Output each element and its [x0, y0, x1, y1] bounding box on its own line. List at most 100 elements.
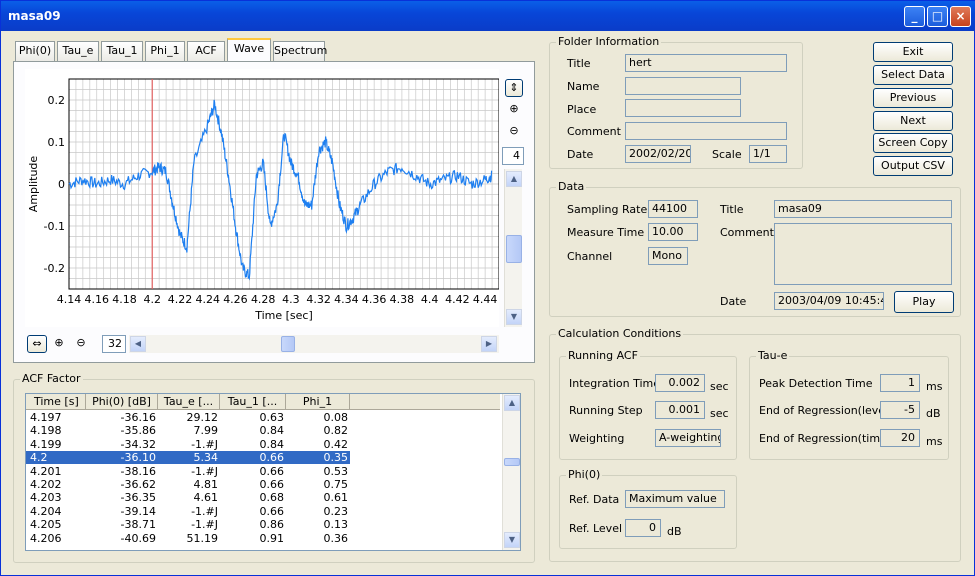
table-cell: 0.82 — [323, 424, 349, 438]
previous-button[interactable]: Previous — [873, 88, 953, 108]
tab-tau-1[interactable]: Tau_1 — [101, 41, 143, 61]
scroll-left-icon[interactable]: ◀ — [130, 336, 146, 352]
tab-wave[interactable]: Wave — [227, 38, 271, 61]
table-cell: -36.10 — [120, 451, 156, 465]
table-scroll-thumb[interactable] — [504, 458, 520, 466]
col-header-time[interactable]: Time [s] — [26, 394, 86, 410]
tab-phi-1[interactable]: Phi_1 — [145, 41, 185, 61]
table-cell: 4.197 — [30, 411, 62, 424]
table-cell: 0.91 — [259, 531, 285, 545]
col-header-blank — [350, 394, 500, 410]
table-cell: 0.36 — [323, 531, 349, 545]
table-row[interactable]: 4.197 -36.16 29.12 0.63 0.08 — [26, 411, 496, 424]
table-cell: -1.#J — [191, 464, 218, 478]
y-tick-label: -0.1 — [44, 220, 65, 233]
weighting-label: Weighting — [569, 432, 625, 445]
table-row[interactable]: 4.204 -39.14 -1.#J 0.66 0.23 — [26, 505, 496, 518]
table-cell: 4.202 — [30, 478, 62, 491]
table-cell: 0.84 — [259, 424, 285, 438]
vertical-scrollbar[interactable]: ▲ ▼ — [504, 169, 522, 327]
scroll-right-icon[interactable]: ▶ — [481, 336, 497, 352]
maximize-button[interactable]: □ — [927, 6, 948, 27]
x-tick-label: 4.18 — [112, 293, 137, 306]
col-header-phi0[interactable]: Phi(0) [dB] — [86, 394, 158, 410]
tau-e-label: Tau-e — [756, 349, 790, 362]
sampling-rate-label: Sampling Rate — [567, 203, 648, 216]
horizontal-zoom-value: 32 — [102, 335, 126, 353]
next-button[interactable]: Next — [873, 111, 953, 131]
integration-time-unit: sec — [710, 380, 729, 393]
channel-label: Channel — [567, 250, 613, 263]
y-axis-label: Amplitude — [27, 156, 40, 213]
table-scroll-down-icon[interactable]: ▼ — [504, 532, 520, 548]
scale-field: 1/1 — [749, 145, 787, 163]
acf-factor-label: ACF Factor — [20, 372, 83, 385]
data-group-label: Data — [556, 180, 587, 193]
minimize-button[interactable]: _ — [904, 6, 925, 27]
table-cell: 4.198 — [30, 424, 62, 438]
horizontal-scrollbar[interactable]: ◀ ▶ — [129, 335, 499, 353]
y-tick-label: 0.2 — [48, 94, 66, 107]
tab-spectrum[interactable]: Spectrum — [273, 41, 327, 61]
scroll-down-icon[interactable]: ▼ — [506, 309, 522, 325]
select-data-button[interactable]: Select Data — [873, 65, 953, 85]
table-row[interactable]: 4.203 -36.35 4.61 0.68 0.61 — [26, 491, 496, 504]
table-cell: 4.81 — [193, 478, 219, 491]
tab-phi0[interactable]: Phi(0) — [15, 41, 55, 61]
h-zoom-in-icon[interactable]: ⊕ — [50, 335, 68, 353]
play-button[interactable]: Play — [894, 291, 954, 313]
table-row[interactable]: 4.199 -34.32 -1.#J 0.84 0.42 — [26, 438, 496, 451]
x-tick-label: 4.14 — [57, 293, 82, 306]
screen-copy-button[interactable]: Screen Copy — [873, 133, 953, 153]
table-row[interactable]: 4.2 -36.10 5.34 0.66 0.35 — [26, 451, 350, 465]
folder-date-label: Date — [567, 148, 594, 161]
table-cell: 4.205 — [30, 518, 62, 532]
table-row[interactable]: 4.198 -35.86 7.99 0.84 0.82 — [26, 424, 496, 437]
table-scrollbar[interactable]: ▲ ▼ — [502, 394, 520, 550]
table-cell: -39.14 — [120, 504, 156, 518]
ref-level-unit: dB — [667, 525, 682, 538]
table-cell: 0.86 — [259, 518, 285, 532]
tab-tau-e[interactable]: Tau_e — [57, 41, 99, 61]
col-header-phi-1[interactable]: Phi_1 — [286, 394, 350, 410]
table-cell: 0.75 — [323, 478, 349, 491]
zoom-in-icon[interactable]: ⊕ — [505, 101, 523, 119]
scroll-up-icon[interactable]: ▲ — [506, 171, 522, 187]
waveform-line — [68, 99, 493, 281]
table-cell: 4.201 — [30, 464, 62, 478]
x-tick-label: 4.34 — [334, 293, 359, 306]
output-csv-button[interactable]: Output CSV — [873, 156, 953, 176]
table-cell: 0.23 — [323, 504, 349, 518]
col-header-tau-1[interactable]: Tau_1 [... — [220, 394, 286, 410]
table-cell: -35.86 — [120, 424, 156, 438]
table-cell: 0.42 — [323, 437, 349, 451]
table-row[interactable]: 4.206 -40.69 51.19 0.91 0.36 — [26, 532, 496, 545]
fit-vertical-icon[interactable]: ⇕ — [505, 79, 523, 97]
x-tick-label: 4.38 — [390, 293, 415, 306]
calculation-conditions-label: Calculation Conditions — [556, 327, 684, 340]
title-bar[interactable]: masa09 _ □ × — [1, 1, 975, 31]
running-step-unit: sec — [710, 407, 729, 420]
close-button[interactable]: × — [950, 6, 971, 27]
tab-acf[interactable]: ACF — [187, 41, 225, 61]
table-scroll-up-icon[interactable]: ▲ — [504, 395, 520, 411]
y-tick-label: -0.2 — [44, 262, 65, 275]
scroll-thumb[interactable] — [506, 235, 522, 263]
fit-horizontal-icon[interactable]: ⇔ — [27, 335, 47, 353]
table-row[interactable]: 4.201 -38.16 -1.#J 0.66 0.53 — [26, 465, 496, 478]
vertical-zoom-value: 4 — [502, 147, 524, 165]
peak-detection-label: Peak Detection Time — [759, 377, 873, 390]
regression-level-field: -5 — [880, 401, 920, 419]
weighting-field: A-weighting — [655, 429, 721, 447]
table-cell: 0.84 — [259, 437, 285, 451]
exit-button[interactable]: Exit — [873, 42, 953, 62]
data-comment-label: Comment — [720, 226, 774, 239]
zoom-out-icon[interactable]: ⊖ — [505, 123, 523, 141]
h-zoom-out-icon[interactable]: ⊖ — [72, 335, 90, 353]
table-row[interactable]: 4.202 -36.62 4.81 0.66 0.75 — [26, 478, 496, 491]
table-row[interactable]: 4.205 -38.71 -1.#J 0.86 0.13 — [26, 518, 496, 531]
col-header-tau-e[interactable]: Tau_e [... — [158, 394, 220, 410]
h-scroll-thumb[interactable] — [281, 336, 295, 352]
table-cell: -36.35 — [120, 491, 156, 505]
table-cell: 0.63 — [259, 411, 285, 424]
